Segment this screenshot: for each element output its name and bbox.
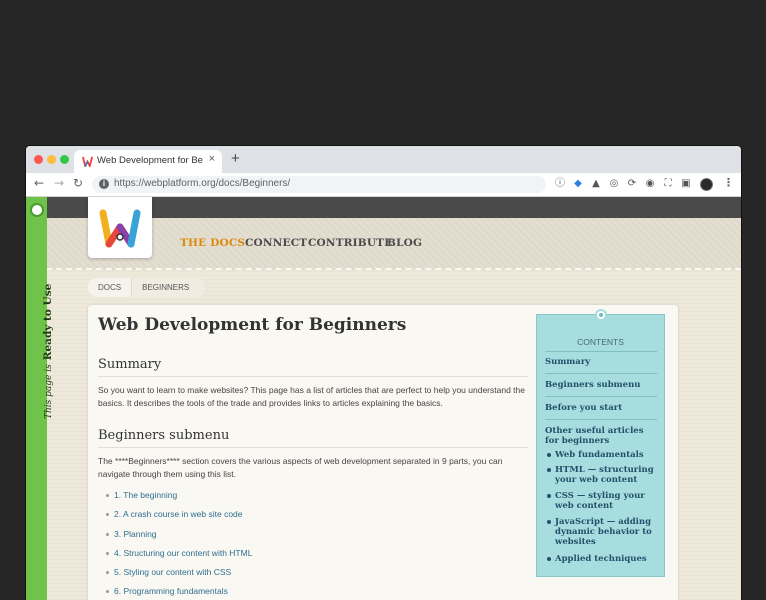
toc-link-before-you-start[interactable]: Before you start [545, 403, 657, 413]
divider [98, 376, 528, 377]
tab-bar: Web Development for Beginners × + [26, 146, 741, 173]
list-item-label: 2. A crash course in web site code [114, 509, 243, 519]
list-item-label: 1. The beginning [114, 490, 178, 500]
spiral-extension-icon[interactable]: ◎ [608, 178, 620, 190]
nav-the-docs[interactable]: THE DOCS [180, 237, 245, 249]
webplatform-favicon-icon [82, 156, 93, 167]
site-info-icon[interactable]: i [99, 179, 109, 189]
sync-extension-icon[interactable]: ⟳ [626, 178, 638, 190]
bullet [547, 520, 551, 524]
webplatform-logo-icon [99, 209, 141, 248]
flag-circle-icon [30, 203, 44, 217]
contents-title: CONTENTS [577, 337, 624, 347]
dropbox-extension-icon[interactable]: ◆ [572, 178, 584, 190]
breadcrumb-beginners[interactable]: BEGINNERS [131, 278, 206, 297]
list-item[interactable]: 1. The beginning [106, 490, 178, 500]
bullet [106, 590, 109, 593]
ready-to-use-flag: This page is Ready to Use [26, 197, 54, 600]
info-extension-icon[interactable]: ⓘ [554, 178, 566, 190]
camera-extension-icon[interactable]: ▣ [680, 178, 692, 190]
breadcrumb: DOCS BEGINNERS [88, 278, 206, 297]
web-page: THE DOCS CONNECT CONTRIBUTE BLOG DOCS BE… [26, 197, 741, 600]
flag-label: This page is Ready to Use [36, 284, 55, 419]
toc-sub-label: JavaScript — adding dynamic behavior to … [555, 517, 652, 547]
browser-window: Web Development for Beginners × + ← → ↻ … [26, 146, 741, 600]
nav-connect[interactable]: CONNECT [245, 237, 307, 249]
bullet [547, 494, 551, 498]
list-item-label: 3. Planning [114, 529, 157, 539]
bullet [106, 552, 109, 555]
tab-title: Web Development for Beginners [97, 155, 203, 166]
nav-blog[interactable]: BLOG [387, 237, 422, 249]
toc-sub-link[interactable]: CSS — styling your web content [547, 491, 659, 511]
contents-divider [545, 396, 657, 397]
toc-sub-link[interactable]: Applied techniques [547, 554, 659, 564]
close-tab-icon[interactable]: × [209, 153, 215, 165]
flag-label-big: Ready to Use [42, 283, 54, 361]
submenu-heading: Beginners submenu [98, 428, 230, 443]
nav-contribute[interactable]: CONTRIBUTE [308, 237, 392, 249]
toc-sub-label: CSS — styling your web content [555, 491, 645, 511]
browser-tab[interactable]: Web Development for Beginners × [74, 150, 222, 173]
address-bar[interactable]: i https://webplatform.org/docs/Beginners… [92, 176, 546, 193]
list-item-label: 4. Structuring our content with HTML [114, 548, 253, 558]
list-item-label: 5. Styling our content with CSS [114, 567, 232, 577]
reload-button[interactable]: ↻ [73, 176, 83, 190]
url-text: https://webplatform.org/docs/Beginners/ [114, 178, 291, 189]
submenu-text: The ****Beginners**** section covers the… [98, 456, 503, 479]
divider [98, 447, 528, 448]
list-item-label: 6. Programming fundamentals [114, 586, 228, 596]
maximize-window-button[interactable] [60, 155, 69, 164]
page-title: Web Development for Beginners [98, 315, 407, 335]
contents-divider [545, 419, 657, 420]
back-button[interactable]: ← [34, 176, 44, 190]
bullet [547, 468, 551, 472]
eye-extension-icon[interactable]: ◉ [644, 178, 656, 190]
toc-sub-link[interactable]: JavaScript — adding dynamic behavior to … [547, 517, 659, 547]
article-card: Web Development for Beginners Summary So… [88, 305, 678, 600]
list-item[interactable]: 3. Planning [106, 529, 157, 539]
bullet [547, 557, 551, 561]
summary-heading: Summary [98, 357, 162, 372]
toc-link-summary[interactable]: Summary [545, 357, 657, 367]
list-item[interactable]: 2. A crash course in web site code [106, 509, 243, 519]
list-item[interactable]: 5. Styling our content with CSS [106, 567, 232, 577]
toc-sub-link[interactable]: HTML — structuring your web content [547, 465, 659, 485]
flag-label-small: This page is [44, 364, 54, 419]
close-window-button[interactable] [34, 155, 43, 164]
toc-sub-label: Applied techniques [555, 554, 647, 564]
screenshot-extension-icon[interactable]: ⛶ [662, 178, 674, 190]
site-logo[interactable] [88, 197, 152, 258]
toc-link-beginners-submenu[interactable]: Beginners submenu [545, 380, 657, 390]
toc-link-other-articles[interactable]: Other useful articles for beginners [545, 426, 657, 446]
contents-divider [545, 351, 657, 352]
breadcrumb-docs[interactable]: DOCS [88, 278, 132, 297]
contents-divider [545, 373, 657, 374]
list-item[interactable]: 4. Structuring our content with HTML [106, 548, 253, 558]
browser-menu-icon[interactable]: ⋮ [723, 176, 734, 190]
new-tab-button[interactable]: + [231, 150, 240, 167]
toc-sub-link[interactable]: Web fundamentals [547, 450, 659, 460]
toc-sub-label: Web fundamentals [555, 450, 644, 460]
toc-sub-label: HTML — structuring your web content [555, 465, 654, 485]
bullet [547, 453, 551, 457]
summary-text: So you want to learn to make websites? T… [98, 385, 525, 408]
pin-icon [595, 309, 607, 321]
contents-box: CONTENTS Summary Beginners submenu Befor… [536, 309, 665, 577]
list-item[interactable]: 6. Programming fundamentals [106, 586, 228, 596]
browser-toolbar: ← → ↻ i https://webplatform.org/docs/Beg… [26, 173, 741, 197]
bullet [106, 494, 109, 497]
bullet [106, 571, 109, 574]
drive-extension-icon[interactable]: ▲ [590, 178, 602, 190]
bullet [106, 513, 109, 516]
bullet [106, 533, 109, 536]
minimize-window-button[interactable] [47, 155, 56, 164]
profile-avatar[interactable] [700, 178, 713, 191]
forward-button[interactable]: → [54, 176, 64, 190]
